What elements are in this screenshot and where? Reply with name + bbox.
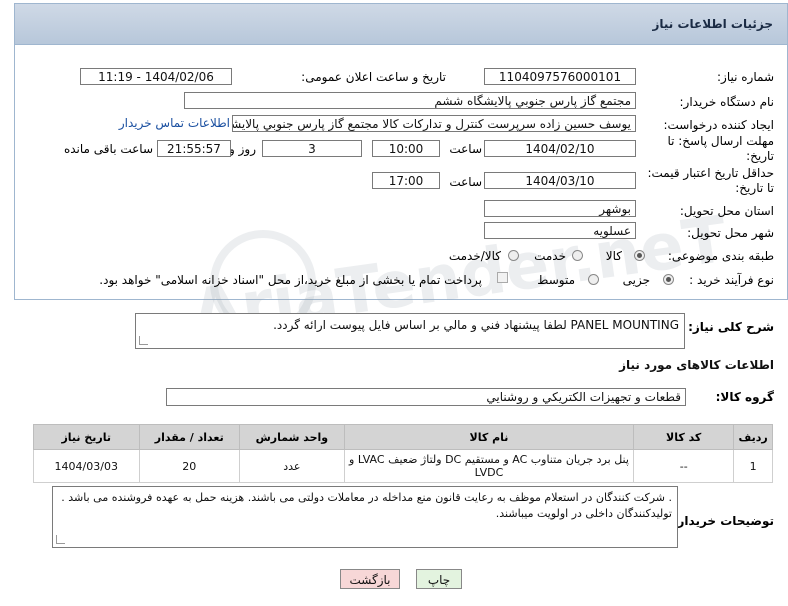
process-radio-minor[interactable]: [663, 274, 674, 285]
print-button[interactable]: چاپ: [416, 569, 462, 589]
description-field[interactable]: PANEL MOUNTING لطفا پيشنهاد فني و مالي ب…: [135, 313, 685, 349]
description-text: PANEL MOUNTING لطفا پيشنهاد فني و مالي ب…: [273, 318, 679, 332]
goods-group-field[interactable]: قطعات و تجهيزات الکتريکي و روشنايي: [166, 388, 686, 406]
treasury-checkbox[interactable]: [497, 272, 508, 283]
col-need-date: تاریخ نیاز: [33, 424, 140, 450]
category-radio-goods-service[interactable]: [508, 250, 519, 261]
cell-goods-code: --: [633, 449, 735, 483]
buyer-notes-field[interactable]: . شرکت کنندگان در استعلام موظف به رعایت …: [52, 486, 678, 548]
cell-row-number: 1: [733, 449, 773, 483]
validity-label-line1: حداقل تاریخ اعتبار قیمت:: [647, 166, 774, 180]
cell-unit: عدد: [238, 449, 345, 483]
validity-date-field[interactable]: 1404/03/10: [484, 172, 636, 189]
process-label: نوع فرآیند خرید :: [689, 273, 774, 287]
col-unit: واحد شمارش: [238, 424, 345, 450]
remaining-time-label: ساعت باقی مانده: [63, 142, 153, 156]
back-button[interactable]: بازگشت: [340, 569, 400, 589]
panel-title: جزئیات اطلاعات نیاز: [652, 17, 773, 31]
deadline-days-field[interactable]: 3: [262, 140, 362, 157]
deadline-time-field[interactable]: 10:00: [372, 140, 440, 157]
panel-header: جزئیات اطلاعات نیاز: [15, 4, 787, 45]
creator-field[interactable]: يوسف حسين زاده سرپرست کنترل و تدارکات کا…: [232, 115, 636, 132]
deadline-days-label: روز و: [229, 142, 256, 156]
province-label: استان محل تحویل:: [679, 204, 774, 218]
announce-label: تاریخ و ساعت اعلان عمومی:: [301, 70, 446, 84]
province-field[interactable]: بوشهر: [484, 200, 636, 217]
category-option-goods: کالا: [605, 249, 622, 263]
deadline-label-line1: مهلت ارسال پاسخ: تا: [667, 134, 774, 148]
process-option-medium: متوسط: [537, 273, 575, 287]
cell-goods-name: پنل برد جریان متناوب AC و مستقیم DC ولتا…: [343, 449, 635, 483]
cell-quantity: 20: [138, 449, 240, 483]
process-radio-medium[interactable]: [588, 274, 599, 285]
category-radio-service[interactable]: [572, 250, 583, 261]
category-radio-goods[interactable]: [634, 250, 645, 261]
buyer-notes-label: توضیحات خریدار:: [672, 514, 774, 528]
validity-time-label: ساعت: [449, 175, 482, 189]
treasury-note: پرداخت تمام یا بخشی از مبلغ خرید،از محل …: [99, 273, 482, 287]
city-label: شهر محل تحویل:: [687, 226, 774, 240]
goods-info-title: اطلاعات کالاهای مورد نیاز: [619, 358, 774, 372]
category-label: طبقه بندی موضوعی:: [667, 249, 774, 263]
table-header-row: تاریخ نیاز تعداد / مقدار واحد شمارش نام …: [33, 424, 773, 450]
col-goods-code: کد کالا: [633, 424, 735, 450]
description-label: شرح کلی نیاز:: [688, 320, 774, 334]
deadline-date-field[interactable]: 1404/02/10: [484, 140, 636, 157]
table-row[interactable]: 1404/03/03 20 عدد پنل برد جریان متناوب A…: [33, 449, 773, 483]
goods-group-label: گروه کالا:: [715, 390, 774, 404]
city-field[interactable]: عسلويه: [484, 222, 636, 239]
announce-field[interactable]: 1404/02/06 - 11:19: [80, 68, 232, 85]
need-number-field[interactable]: 1104097576000101: [484, 68, 636, 85]
goods-table: تاریخ نیاز تعداد / مقدار واحد شمارش نام …: [33, 424, 773, 483]
remaining-time-field: 21:55:57: [157, 140, 231, 157]
need-number-label: شماره نیاز:: [717, 70, 774, 84]
category-option-service: خدمت: [534, 249, 566, 263]
resize-grip-icon[interactable]: [139, 336, 148, 345]
resize-grip-icon[interactable]: [56, 535, 65, 544]
col-goods-name: نام کالا: [343, 424, 635, 450]
validity-label-line2: تا تاریخ:: [735, 181, 774, 195]
buyer-notes-text: . شرکت کنندگان در استعلام موظف به رعایت …: [61, 491, 672, 520]
buyer-label: نام دستگاه خریدار:: [679, 95, 775, 109]
col-quantity: تعداد / مقدار: [138, 424, 240, 450]
category-option-goods-service: کالا/خدمت: [448, 249, 501, 263]
process-option-minor: جزیی: [622, 273, 650, 287]
deadline-time-label: ساعت: [449, 142, 482, 156]
col-row-number: ردیف: [733, 424, 773, 450]
buyer-contact-link[interactable]: اطلاعات تماس خریدار: [119, 116, 230, 130]
cell-need-date: 1404/03/03: [33, 449, 140, 483]
deadline-label-line2: تاریخ:: [746, 149, 774, 163]
validity-time-field[interactable]: 17:00: [372, 172, 440, 189]
creator-label: ایجاد کننده درخواست:: [663, 118, 774, 132]
buyer-field[interactable]: مجتمع گاز پارس جنوبي پالايشگاه ششم: [184, 92, 636, 109]
